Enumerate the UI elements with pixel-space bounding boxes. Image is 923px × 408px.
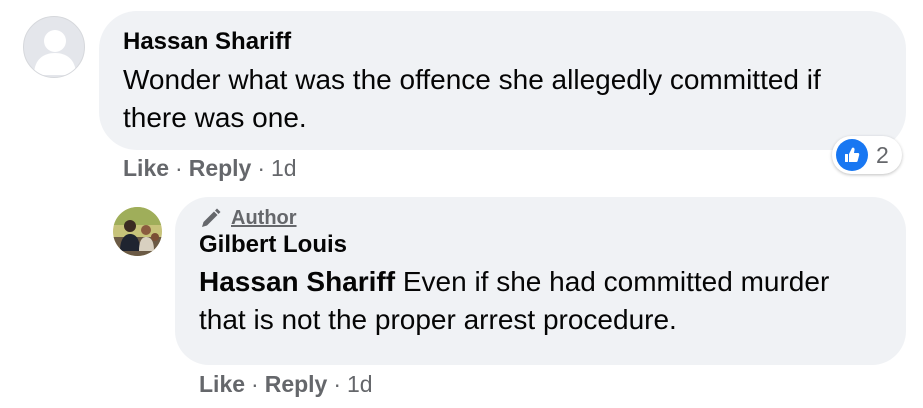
- comment-actions: Like · Reply · 1d: [123, 155, 297, 182]
- author-badge-label: Author: [231, 207, 297, 229]
- reply-actions: Like · Reply · 1d: [199, 371, 373, 398]
- reply-timestamp[interactable]: 1d: [347, 371, 373, 398]
- comment-text: Wonder what was the offence she allegedl…: [123, 64, 821, 133]
- comment-author-name[interactable]: Hassan Shariff: [123, 27, 882, 57]
- like-button[interactable]: Like: [199, 371, 245, 398]
- reply-text: Hassan Shariff Even if she had committed…: [199, 263, 882, 339]
- separator: ·: [333, 371, 342, 397]
- separator: ·: [175, 155, 183, 181]
- reply-bubble: Author Gilbert Louis Hassan Shariff Even…: [175, 197, 906, 365]
- default-avatar[interactable]: [23, 16, 85, 78]
- comment-timestamp[interactable]: 1d: [271, 155, 297, 182]
- separator: ·: [257, 155, 266, 181]
- pencil-icon: [202, 208, 221, 227]
- person-silhouette-icon: [34, 30, 76, 75]
- separator: ·: [251, 371, 259, 397]
- reaction-summary[interactable]: 2: [832, 136, 902, 174]
- thumbs-up-icon: [836, 139, 868, 171]
- reply-button[interactable]: Reply: [189, 155, 252, 182]
- reply-button[interactable]: Reply: [265, 371, 328, 398]
- profile-photo: [113, 207, 162, 256]
- author-badge[interactable]: Author: [199, 207, 882, 230]
- reply-author-name[interactable]: Gilbert Louis: [199, 230, 882, 260]
- comment-bubble: Hassan Shariff Wonder what was the offen…: [99, 11, 906, 150]
- mention-link[interactable]: Hassan Shariff: [199, 266, 395, 297]
- reaction-count: 2: [876, 141, 889, 168]
- author-avatar[interactable]: [113, 207, 162, 256]
- like-button[interactable]: Like: [123, 155, 169, 182]
